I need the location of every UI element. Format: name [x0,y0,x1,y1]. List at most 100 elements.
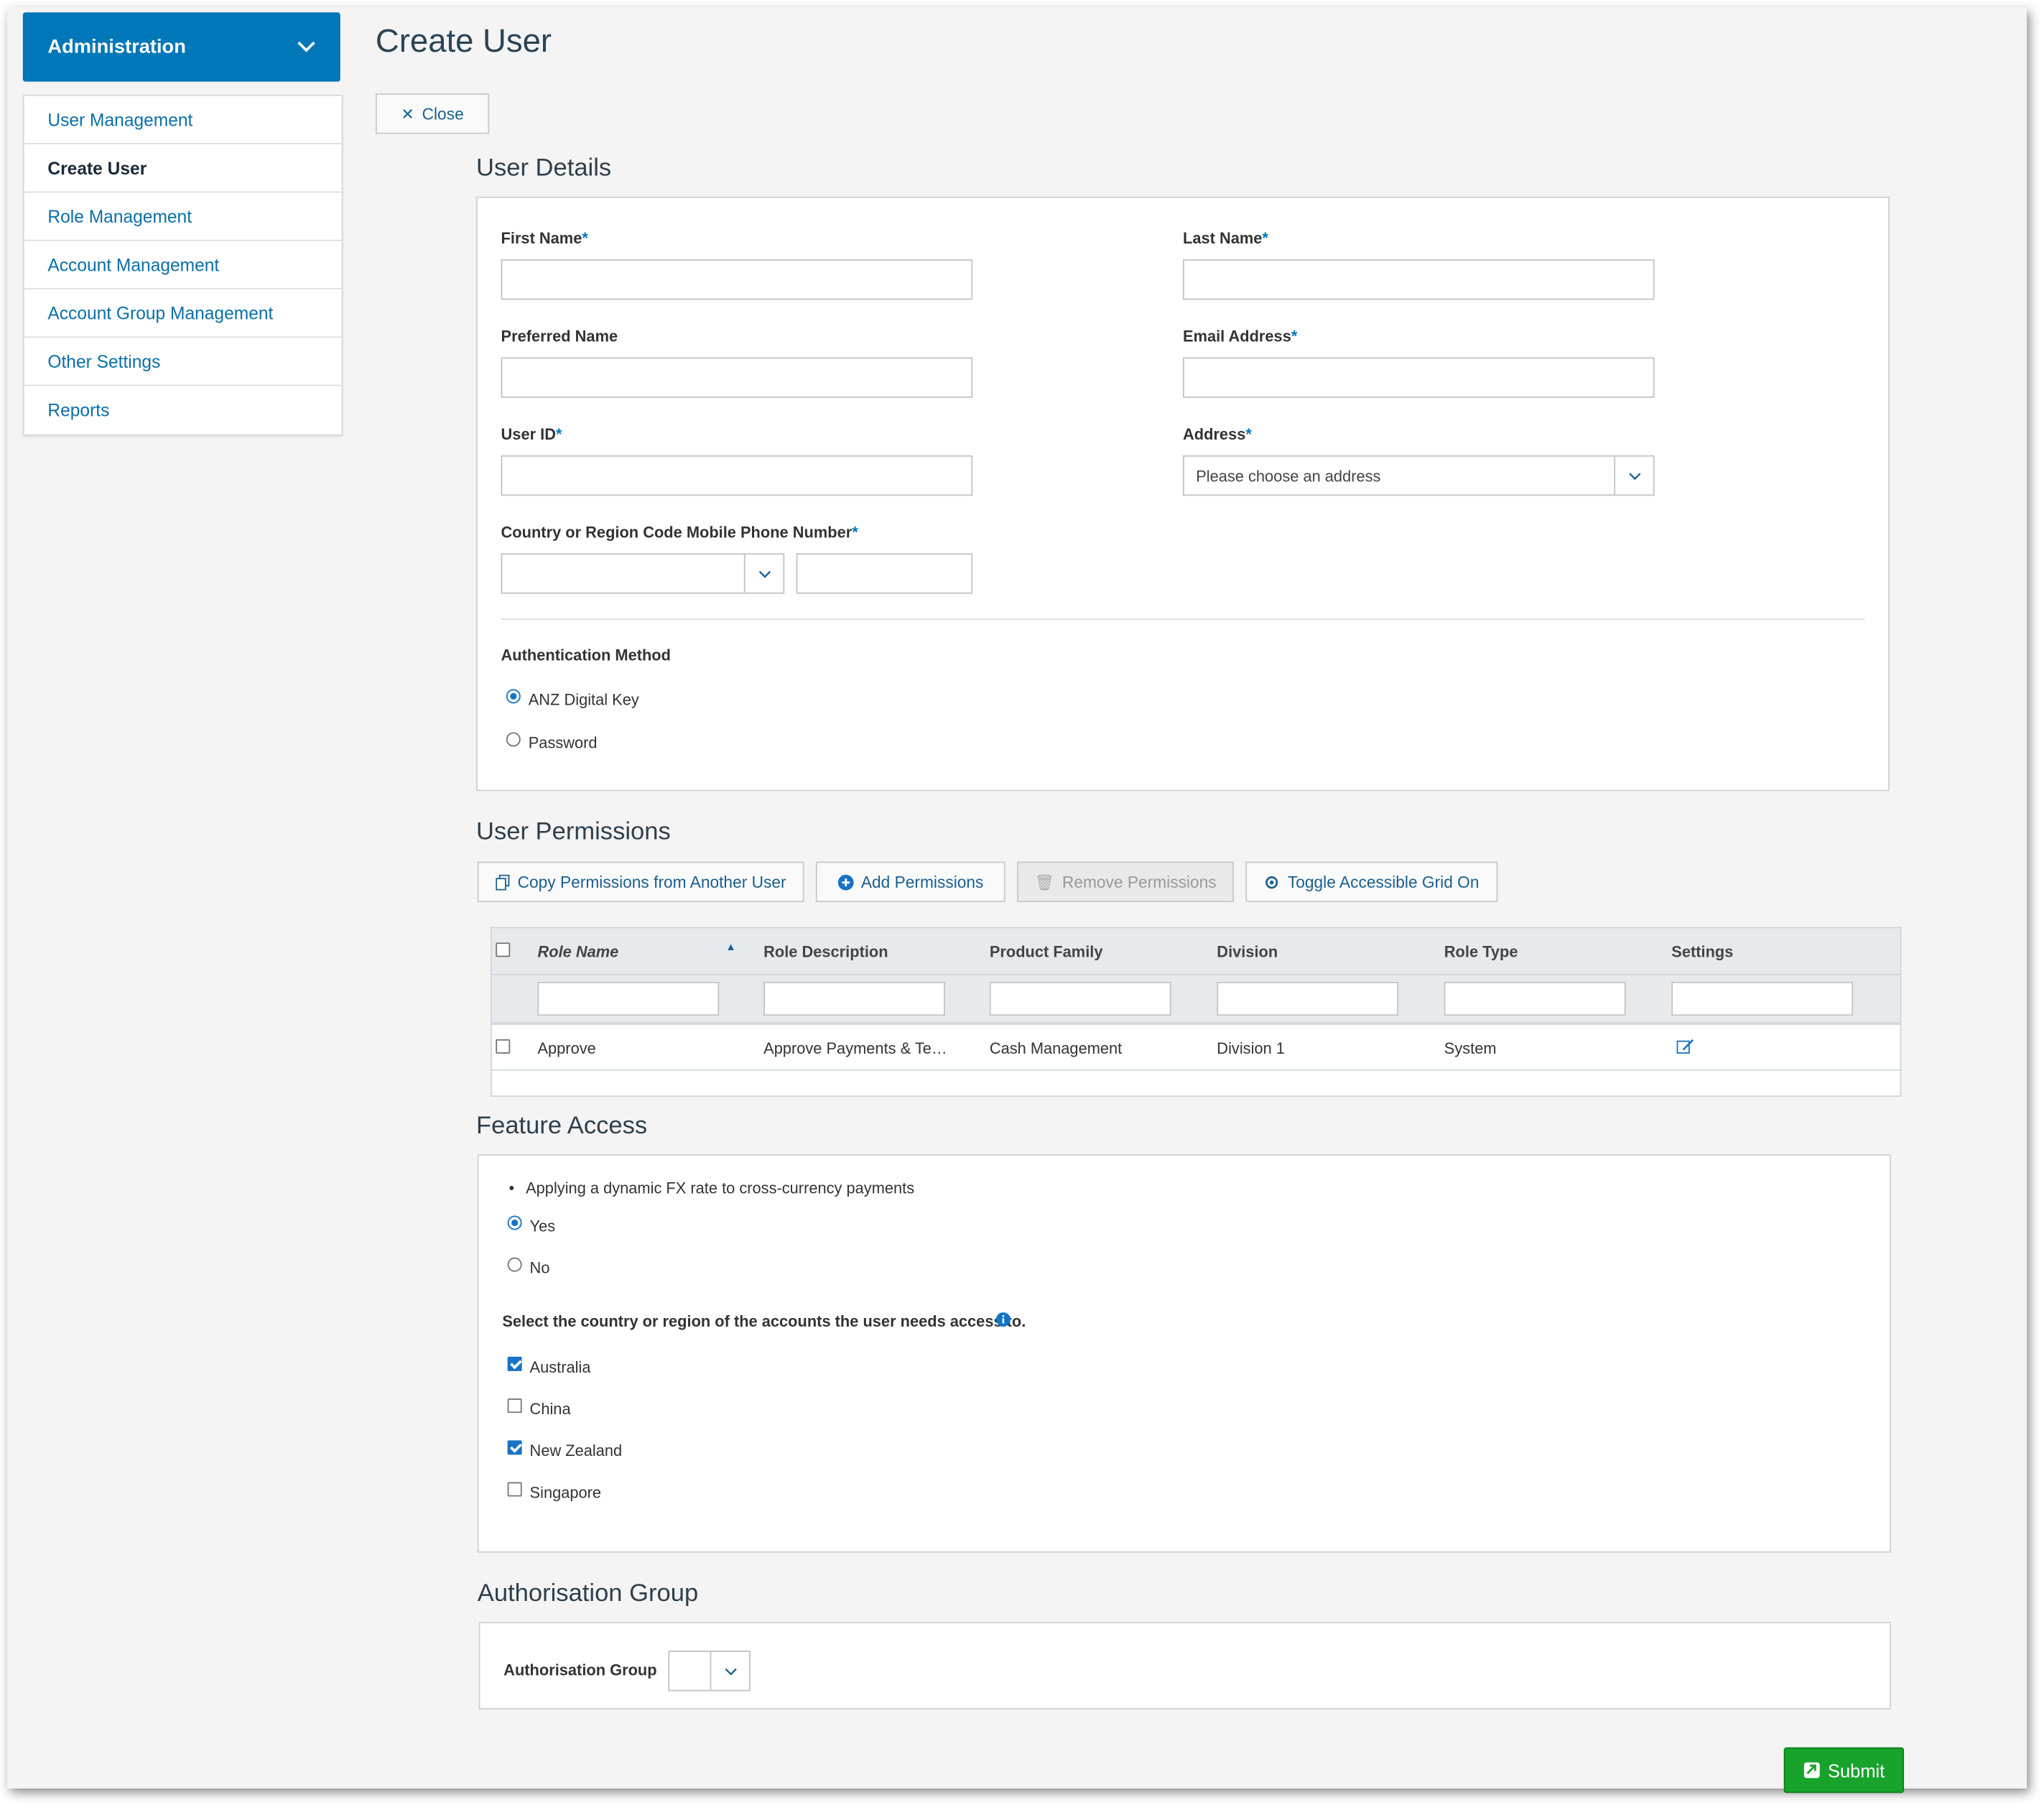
fx-radio-yes[interactable] [507,1215,522,1230]
preferred-name-label: Preferred Name [501,327,618,346]
country-code-select[interactable] [501,553,785,594]
country-label-singapore: Singapore [529,1483,602,1502]
submit-label: Submit [1828,1760,1885,1781]
cell-role-description: Approve Payments & Te… [763,1039,947,1058]
fx-radio-no[interactable] [507,1257,522,1272]
copy-icon [495,873,509,890]
email-input[interactable] [1183,357,1655,398]
first-name-input[interactable] [501,259,973,300]
country-checkbox-new-zealand[interactable] [507,1440,522,1455]
country-checkbox-singapore[interactable] [507,1482,522,1497]
toggle-grid-button[interactable]: Toggle Accessible Grid On [1245,861,1498,902]
user-id-label: User ID* [501,425,562,443]
address-select[interactable]: Please choose an address [1183,455,1655,496]
cell-role-name: Approve [537,1039,596,1058]
filter-role-name-input[interactable] [537,981,720,1016]
feature-access-title: Feature Access [475,1112,648,1140]
cell-division: Division 1 [1217,1039,1285,1058]
column-header-role-name[interactable]: Role Name [537,942,618,960]
app-window: Administration User Management Create Us… [7,7,2027,1793]
fx-rate-label: Applying a dynamic FX rate to cross-curr… [526,1179,915,1198]
sidebar-item-other-settings[interactable]: Other Settings [24,338,342,386]
gear-icon [1265,876,1278,888]
authorisation-group-label: Authorisation Group [503,1661,657,1680]
authorisation-group-title: Authorisation Group [477,1579,699,1608]
sort-ascending-icon[interactable]: ▲ [725,942,735,953]
email-label: Email Address* [1183,328,1297,345]
close-button[interactable]: ✕ Close [375,93,490,134]
sidebar-header-administration[interactable]: Administration [22,12,340,82]
mobile-number-input[interactable] [796,553,973,594]
filter-settings-input[interactable] [1671,981,1854,1016]
toggle-grid-label: Toggle Accessible Grid On [1287,873,1479,891]
copy-permissions-button[interactable]: Copy Permissions from Another User [477,861,804,902]
filter-product-family-input[interactable] [989,981,1171,1016]
info-icon[interactable] [995,1312,1011,1327]
auth-option-password: Password [528,733,598,752]
country-label-china: China [529,1399,571,1419]
user-permissions-title: User Permissions [475,818,671,846]
column-header-product-family[interactable]: Product Family [990,942,1103,960]
country-label-new-zealand: New Zealand [529,1442,623,1460]
auth-option-digital-key: ANZ Digital Key [528,690,639,709]
feature-access-panel [477,1154,1891,1553]
sidebar-item-reports[interactable]: Reports [24,386,342,434]
address-label-text: Address [1183,425,1246,444]
submit-icon [1803,1762,1820,1778]
fx-option-no: No [529,1258,550,1277]
sidebar-item-account-management[interactable]: Account Management [24,241,342,289]
address-label: Address* [1183,425,1252,443]
country-checkbox-australia[interactable] [507,1356,522,1371]
required-mark: * [555,425,562,444]
first-name-label-text: First Name [501,229,582,248]
select-all-checkbox[interactable] [496,942,511,957]
last-name-input[interactable] [1183,259,1655,300]
submit-button[interactable]: Submit [1783,1747,1905,1793]
column-header-role-description[interactable]: Role Description [763,942,888,960]
close-icon: ✕ [401,104,414,123]
fx-option-yes: Yes [529,1217,556,1235]
sidebar-item-user-management[interactable]: User Management [24,96,342,144]
column-header-settings[interactable]: Settings [1671,942,1733,960]
edit-icon[interactable] [1676,1038,1695,1055]
country-label-australia: Australia [529,1358,591,1377]
page-canvas: Administration User Management Create Us… [7,7,2027,1793]
phone-label: Country or Region Code Mobile Phone Numb… [501,523,858,541]
filter-role-type-input[interactable] [1444,981,1626,1016]
required-mark: * [852,523,858,542]
user-details-title: User Details [475,154,612,182]
sidebar-header-label: Administration [47,36,186,58]
column-header-division[interactable]: Division [1217,942,1278,960]
add-permissions-button[interactable]: Add Permissions [815,861,1005,902]
cell-role-type: System [1444,1039,1497,1058]
remove-permissions-button[interactable]: 🗑 Remove Permissions [1017,861,1234,902]
page-title: Create User [375,22,552,60]
chevron-down-icon [710,1651,750,1690]
required-mark: * [1291,327,1298,346]
preferred-name-input[interactable] [501,357,973,398]
user-id-label-text: User ID [501,425,556,444]
email-label-text: Email Address [1183,327,1291,346]
user-id-input[interactable] [501,455,973,496]
sidebar-menu: User Management Create User Role Managem… [22,94,343,436]
row-checkbox[interactable] [496,1039,511,1054]
required-mark: * [1262,229,1268,248]
phone-label-text: Country or Region Code Mobile Phone Numb… [501,523,853,542]
auth-radio-password[interactable] [506,732,521,747]
chevron-down-icon [297,41,315,52]
auth-radio-digital-key[interactable] [506,689,521,704]
country-checkbox-china[interactable] [507,1398,522,1414]
required-mark: * [582,229,588,248]
sidebar-item-account-group-management[interactable]: Account Group Management [24,289,342,338]
trash-icon: 🗑 [1034,873,1054,891]
bullet-icon: • [508,1179,515,1198]
filter-role-description-input[interactable] [763,981,945,1016]
sidebar-item-create-user[interactable]: Create User [24,144,342,193]
filter-division-input[interactable] [1217,981,1399,1016]
country-prompt: Select the country or region of the acco… [502,1312,1026,1331]
column-header-role-type[interactable]: Role Type [1444,942,1518,960]
close-label: Close [422,104,464,123]
sidebar-item-role-management[interactable]: Role Management [24,192,342,241]
authorisation-group-select[interactable] [668,1651,751,1691]
address-select-value: Please choose an address [1196,466,1381,485]
